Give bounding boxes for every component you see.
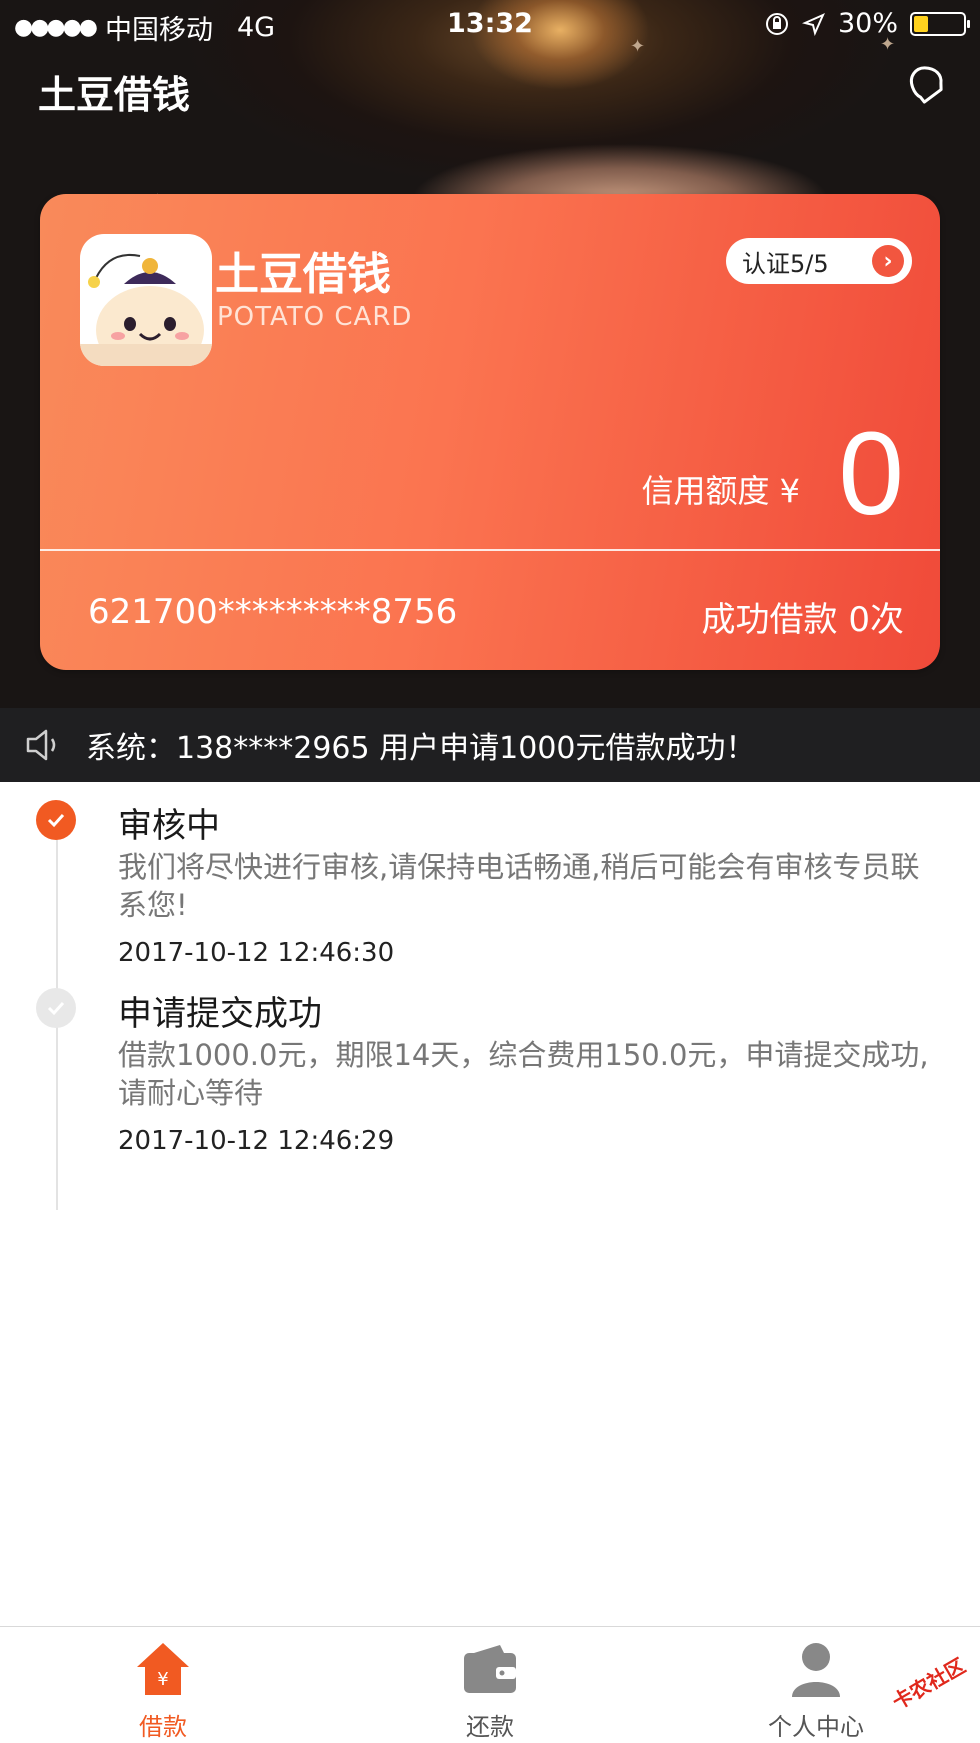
tab-label: 个人中心 — [768, 1713, 864, 1741]
verify-label: 认证5/5 — [742, 249, 829, 278]
loan-count: 成功借款 0次 — [701, 600, 904, 640]
battery-percent: 30% — [837, 8, 898, 39]
status-bar: ●●●●● 中国移动 4G 13:32 30% — [0, 0, 980, 50]
timeline-time: 2017-10-12 12:46:29 — [118, 1126, 395, 1156]
tab-profile[interactable]: 个人中心 — [716, 1627, 916, 1743]
card-number: 621700*********8756 — [88, 592, 458, 632]
hero-header: ✦ ✦ ✦ ●●●●● 中国移动 4G 13:32 30% 土豆借钱 — [0, 0, 980, 708]
bottom-tab-bar: ¥ 借款 还款 个人中心 — [0, 1626, 980, 1743]
svg-text:¥: ¥ — [157, 1669, 168, 1690]
card-divider — [40, 549, 940, 551]
rotation-lock-icon — [765, 12, 788, 35]
timeline-title: 申请提交成功 — [118, 994, 322, 1034]
card-subtitle: POTATO CARD — [217, 302, 413, 332]
location-icon — [801, 12, 825, 36]
page-title: 土豆借钱 — [38, 73, 191, 117]
speaker-icon — [26, 729, 56, 761]
notice-text: 系统：138****2965 用户申请1000元借款成功！ — [86, 731, 756, 766]
timeline-title: 审核中 — [118, 806, 220, 846]
user-icon — [792, 1643, 840, 1697]
tab-label: 借款 — [139, 1713, 187, 1741]
check-circle-icon — [36, 800, 76, 840]
credit-card[interactable]: 土豆借钱 POTATO CARD 认证5/5 › 信用额度 ¥ 0 621700… — [40, 194, 940, 670]
tab-borrow[interactable]: ¥ 借款 — [63, 1627, 263, 1743]
wallet-icon — [464, 1645, 516, 1693]
potato-mascot-icon — [80, 254, 212, 366]
tab-repay[interactable]: 还款 — [390, 1627, 590, 1743]
verify-status-button[interactable]: 认证5/5 › — [726, 238, 912, 284]
card-brand-name: 土豆借钱 — [215, 249, 391, 300]
home-yuan-icon: ¥ — [137, 1643, 189, 1695]
credit-limit-value: 0 — [838, 408, 904, 540]
app-logo — [80, 234, 212, 366]
check-circle-icon — [36, 988, 76, 1028]
tab-label: 还款 — [466, 1713, 514, 1741]
battery-icon — [910, 11, 970, 36]
timeline-desc: 我们将尽快进行审核,请保持电话畅通,稍后可能会有审核专员联系您! — [118, 850, 920, 922]
chevron-right-icon: › — [872, 245, 904, 277]
timeline-desc: 借款1000.0元，期限14天，综合费用150.0元，申请提交成功,请耐心等待 — [118, 1038, 929, 1110]
timeline-time: 2017-10-12 12:46:30 — [118, 938, 395, 968]
credit-limit-label: 信用额度 ¥ — [641, 472, 800, 510]
bell-icon[interactable] — [904, 60, 950, 106]
system-notice-bar: 系统：138****2965 用户申请1000元借款成功！ — [0, 708, 980, 782]
